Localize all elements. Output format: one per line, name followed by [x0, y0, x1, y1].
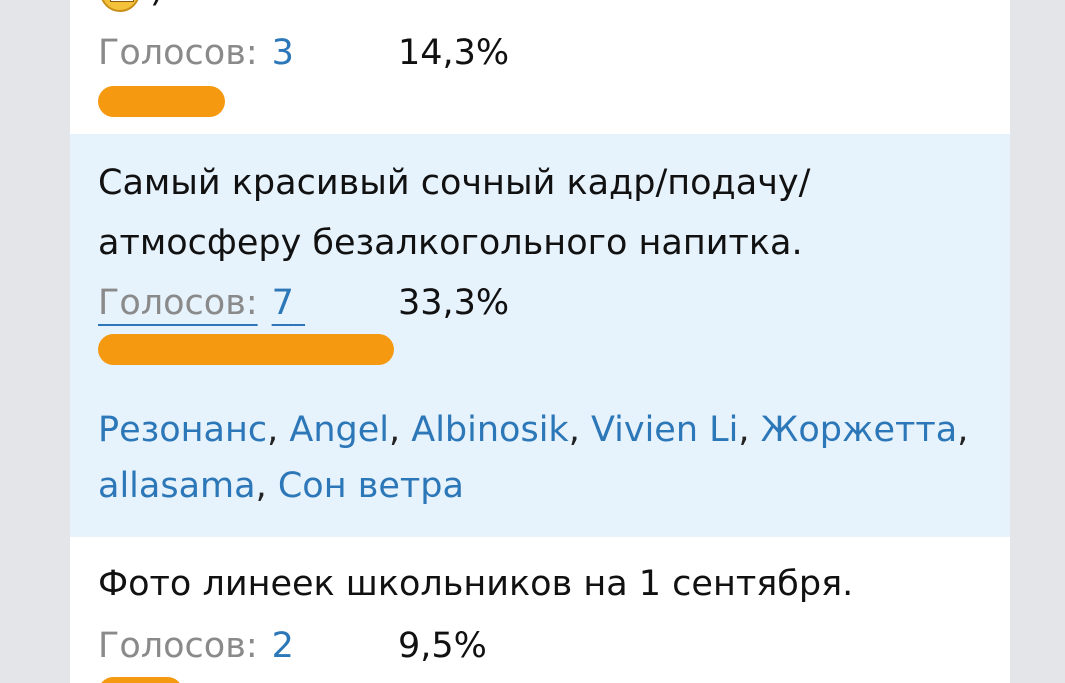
votes-row: Голосов: 7 33,3%: [98, 278, 509, 328]
votes-count: 7: [271, 283, 294, 323]
voter-link[interactable]: Жоржетта: [761, 410, 958, 450]
voter-link[interactable]: allasama: [98, 466, 256, 506]
voter-link[interactable]: Albinosik: [411, 410, 568, 450]
voter-link[interactable]: Angel: [289, 410, 389, 450]
votes-row: Голосов: 3 14,3%: [98, 28, 509, 78]
poll-option-selected: Самый красивый сочный кадр/подачу/ атмос…: [70, 134, 1010, 537]
poll-option: Фото линеек школьников на 1 сентября. Го…: [70, 537, 1010, 683]
votes-row: Голосов: 2 9,5%: [98, 621, 487, 671]
voter-link[interactable]: Vivien Li: [591, 410, 738, 450]
grinning-emoji-icon: [100, 0, 140, 12]
voter-link[interactable]: Сон ветра: [278, 466, 464, 506]
vote-bar: [98, 86, 225, 117]
poll-option: ) Голосов:3 14,3%: [70, 0, 1010, 134]
option-title-tail: ): [150, 0, 164, 10]
votes-label: Голосов:: [98, 626, 258, 666]
votes-count[interactable]: 2: [258, 626, 294, 666]
votes-count[interactable]: 3: [258, 33, 294, 73]
votes-toggle-link[interactable]: Голосов: 7: [98, 283, 305, 323]
vote-percent: 14,3%: [398, 33, 510, 73]
option-title-line: атмосферу безалкогольного напитка.: [98, 223, 803, 263]
vote-percent: 9,5%: [398, 626, 487, 666]
vote-percent: 33,3%: [398, 283, 510, 323]
votes-label: Голосов:: [98, 33, 258, 73]
votes-label: Голосов:: [98, 283, 258, 323]
vote-bar: [98, 677, 183, 683]
voter-link[interactable]: Резонанс: [98, 410, 267, 450]
option-title-line: Фото линеек школьников на 1 сентября.: [98, 564, 854, 604]
option-title-line: Самый красивый сочный кадр/подачу/: [98, 163, 811, 203]
vote-bar: [98, 334, 394, 365]
poll-results-card: ) Голосов:3 14,3% Самый красивый сочный …: [70, 0, 1010, 683]
voters-list: Резонанс, Angel, Albinosik, Vivien Li, Ж…: [98, 410, 969, 506]
